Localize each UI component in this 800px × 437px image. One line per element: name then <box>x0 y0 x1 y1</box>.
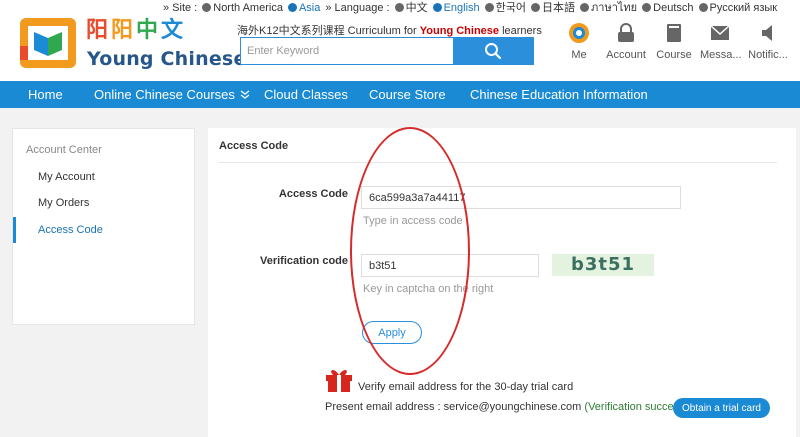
verification-code-hint: Key in captcha on the right <box>363 283 494 295</box>
language-option-label: 日本語 <box>542 2 576 14</box>
nav-course-label: Course <box>656 49 692 61</box>
globe-icon <box>394 3 404 12</box>
globe-icon <box>580 3 590 12</box>
globe-icon <box>642 3 652 12</box>
sidebar-item-my-orders[interactable]: My Orders <box>38 197 89 209</box>
language-option[interactable]: English <box>432 2 480 15</box>
language-label: » Language : <box>325 2 390 14</box>
nav-course-store[interactable]: Course Store <box>369 81 446 108</box>
nav-messages-label: Messa... <box>700 49 742 61</box>
language-option-label: Deutsch <box>653 2 694 14</box>
language-option[interactable]: ภาษาไทย <box>580 2 637 15</box>
verification-code-input[interactable] <box>361 254 539 277</box>
language-option[interactable]: 日本語 <box>531 2 575 15</box>
active-indicator <box>13 217 16 243</box>
logo-chinese-text: 阳 阳 中 文 <box>86 18 183 44</box>
avatar-icon <box>565 22 593 44</box>
nav-account[interactable]: Account <box>604 22 648 61</box>
tagline-brand: Young Chinese <box>419 25 500 37</box>
language-option-label: 中文 <box>405 2 428 14</box>
nav-cloud-classes[interactable]: Cloud Classes <box>264 81 348 108</box>
speaker-icon <box>748 22 788 44</box>
globe-icon <box>698 3 708 12</box>
chevron-down-icon <box>240 90 250 99</box>
globe-icon <box>432 3 442 12</box>
account-sidebar: Account Center My Account My Orders Acce… <box>12 128 195 325</box>
main-nav: Home Online Chinese Courses Cloud Classe… <box>0 81 800 108</box>
mail-icon <box>700 22 740 44</box>
email-status-line: Present email address : service@youngchi… <box>325 401 700 413</box>
account-icon <box>604 22 648 44</box>
language-option[interactable]: Русский язык <box>698 2 778 15</box>
nav-chinese-education-information[interactable]: Chinese Education Information <box>470 81 648 108</box>
site-option[interactable]: North America <box>202 2 283 15</box>
site-option-label: North America <box>213 2 283 14</box>
present-email: Present email address : service@youngchi… <box>325 401 582 413</box>
access-code-input[interactable] <box>361 186 681 209</box>
language-option-label: English <box>443 2 480 14</box>
access-code-label: Access Code <box>278 188 348 200</box>
globe-icon <box>287 3 297 12</box>
language-option-label: ภาษาไทย <box>591 2 638 14</box>
apply-button[interactable]: Apply <box>362 321 422 344</box>
access-code-panel: Access Code Access Code Type in access c… <box>208 128 796 437</box>
language-option-label: Русский язык <box>709 2 778 14</box>
nav-online-chinese-courses[interactable]: Online Chinese Courses <box>94 81 250 108</box>
nav-me[interactable]: Me <box>565 22 593 61</box>
language-option-label: 한국어 <box>495 2 527 14</box>
globe-icon <box>531 3 541 12</box>
globe-icon <box>202 3 212 12</box>
tagline-suffix: learners <box>499 25 542 37</box>
obtain-trial-card-button[interactable]: Obtain a trial card <box>673 398 770 418</box>
site-language-bar: » Site : North America Asia » Language :… <box>163 2 777 15</box>
access-code-hint: Type in access code <box>363 215 463 227</box>
captcha-image[interactable]: b3t51 <box>552 254 654 276</box>
logo-text: Young Chinese <box>87 48 247 70</box>
panel-title: Access Code <box>219 140 289 152</box>
divider <box>219 162 777 163</box>
verification-code-label: Verification code <box>259 255 348 267</box>
search-bar <box>240 37 534 65</box>
nav-messages[interactable]: Messa... <box>700 22 742 61</box>
trial-card-text: Verify email address for the 30-day tria… <box>358 381 574 393</box>
nav-account-label: Account <box>606 49 646 61</box>
sidebar-item-my-account[interactable]: My Account <box>38 171 95 183</box>
nav-online-chinese-courses-label: Online Chinese Courses <box>94 87 235 102</box>
nav-me-label: Me <box>571 49 587 61</box>
globe-icon <box>484 3 494 12</box>
tagline-prefix: 海外K12中文系列课程 Curriculum for <box>237 25 420 37</box>
language-option[interactable]: 中文 <box>394 2 428 15</box>
logo-char: 文 <box>161 18 184 43</box>
nav-notifications[interactable]: Notific... <box>748 22 788 61</box>
sidebar-item-access-code[interactable]: Access Code <box>38 224 103 236</box>
search-icon <box>485 43 502 60</box>
logo-char: 阳 <box>86 18 109 43</box>
site-option-label: Asia <box>298 2 321 14</box>
search-input[interactable] <box>241 38 453 64</box>
language-option[interactable]: 한국어 <box>484 2 527 15</box>
nav-notifications-label: Notific... <box>748 49 788 61</box>
search-button[interactable] <box>453 38 533 64</box>
top-header: 阳 阳 中 文 Young Chinese » Site : North Ame… <box>0 0 800 81</box>
logo-char: 中 <box>136 18 159 43</box>
nav-course[interactable]: Course <box>656 22 692 61</box>
site-option[interactable]: Asia <box>287 2 321 15</box>
nav-home[interactable]: Home <box>28 81 63 108</box>
gift-icon <box>326 370 352 392</box>
site-label: » Site : <box>163 2 198 14</box>
language-option[interactable]: Deutsch <box>642 2 694 15</box>
logo-icon[interactable] <box>18 16 78 70</box>
tagline: 海外K12中文系列课程 Curriculum for Young Chinese… <box>237 22 542 38</box>
sidebar-title: Account Center <box>26 144 102 156</box>
book-icon <box>656 22 692 44</box>
logo-char: 阳 <box>111 18 134 43</box>
